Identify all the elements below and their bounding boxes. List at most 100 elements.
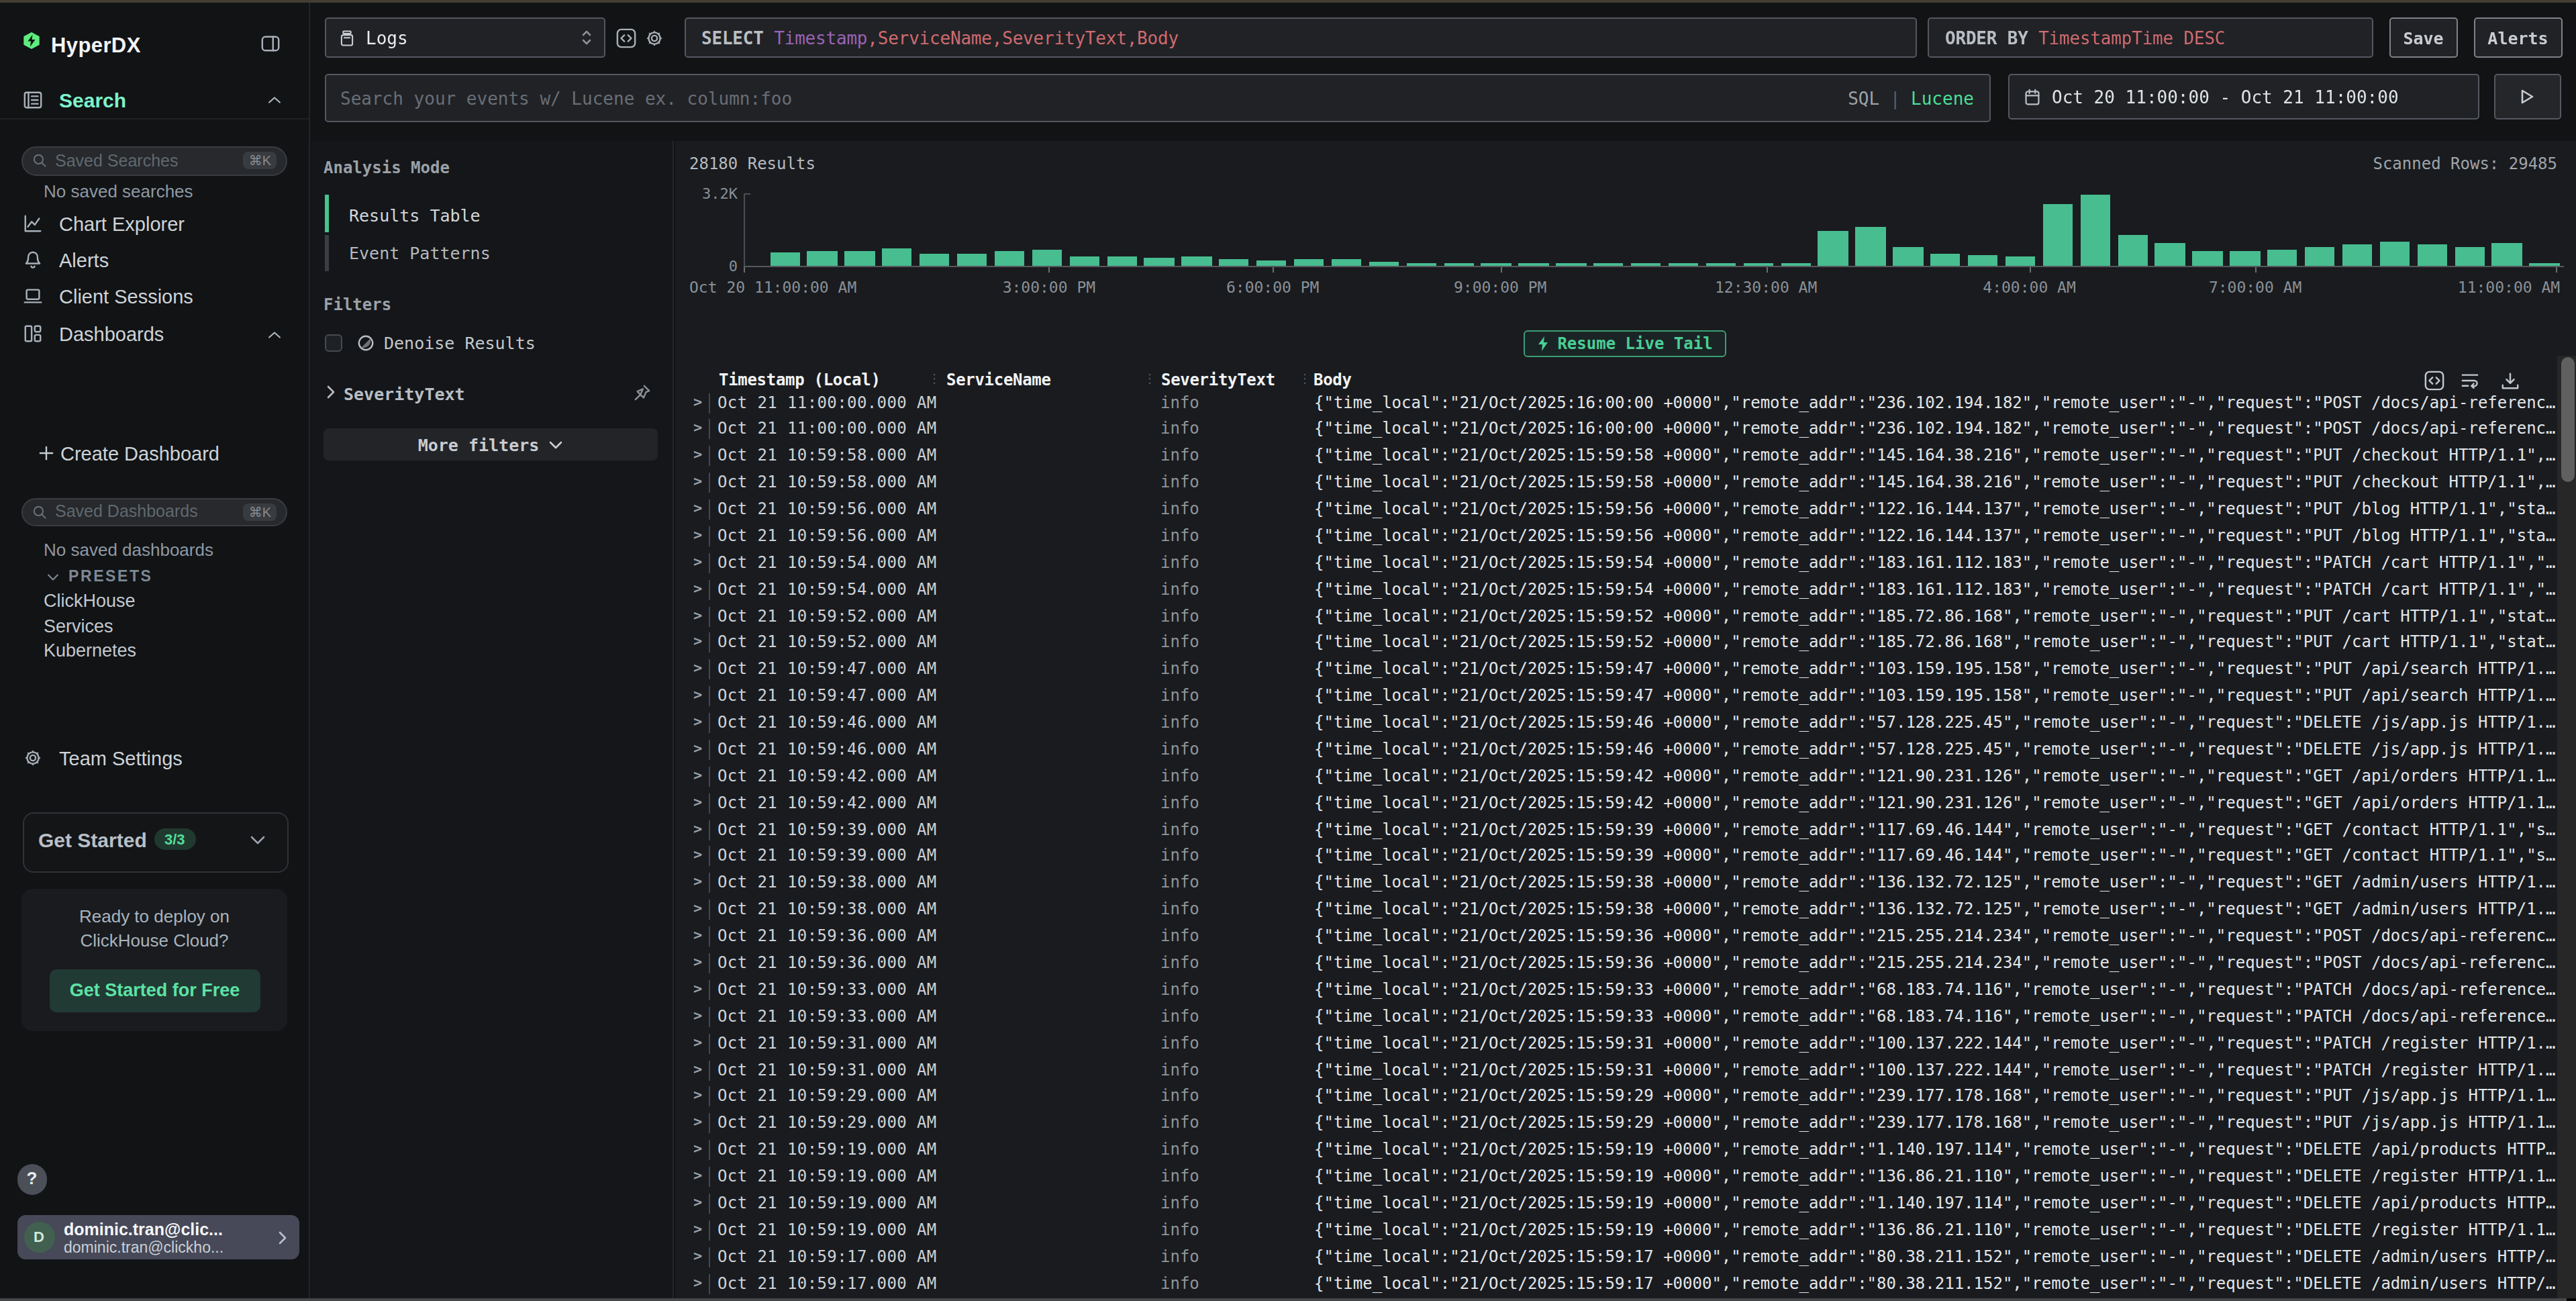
collapse-sidebar-icon[interactable]	[260, 34, 281, 54]
log-row[interactable]: > Oct 21 10:59:42.000 AM info {"time_loc…	[675, 789, 2568, 816]
vertical-scrollbar-track[interactable]	[2557, 355, 2576, 1301]
preset-kubernetes[interactable]: Kubernetes	[44, 640, 136, 661]
more-filters-button[interactable]: More filters	[323, 428, 657, 461]
sidebar-item-alerts[interactable]: Alerts	[0, 243, 310, 278]
pin-icon[interactable]	[634, 384, 651, 401]
log-row[interactable]: > Oct 21 10:59:29.000 AM info {"time_loc…	[675, 1110, 2568, 1137]
preset-services[interactable]: Services	[44, 616, 113, 636]
lucene-mode-toggle[interactable]: Lucene	[1911, 88, 1974, 108]
sidebar-item-client-sessions[interactable]: Client Sessions	[0, 279, 310, 314]
row-expand-chevron[interactable]: >	[693, 526, 702, 544]
log-row[interactable]: > Oct 21 10:59:54.000 AM info {"time_loc…	[675, 575, 2568, 602]
row-expand-chevron[interactable]: >	[693, 953, 702, 971]
row-expand-chevron[interactable]: >	[693, 1140, 702, 1157]
log-row[interactable]: > Oct 21 10:59:47.000 AM info {"time_loc…	[675, 656, 2568, 683]
row-expand-chevron[interactable]: >	[693, 633, 702, 650]
date-range-picker[interactable]: Oct 20 11:00:00 - Oct 21 11:00:00	[2008, 74, 2479, 119]
log-row[interactable]: > Oct 21 10:59:47.000 AM info {"time_loc…	[675, 682, 2568, 709]
get-started-card[interactable]: Get Started 3/3	[22, 812, 288, 873]
log-row[interactable]: > Oct 21 10:59:38.000 AM info {"time_loc…	[675, 869, 2568, 896]
log-row[interactable]: > Oct 21 10:59:17.000 AM info {"time_loc…	[675, 1243, 2568, 1269]
row-expand-chevron[interactable]: >	[693, 926, 702, 944]
log-row[interactable]: > Oct 21 10:59:39.000 AM info {"time_loc…	[675, 816, 2568, 842]
log-row[interactable]: > Oct 21 11:00:00.000 AM info {"time_loc…	[675, 416, 2568, 442]
user-menu[interactable]: D dominic.tran@clic... dominic.tran@clic…	[17, 1214, 299, 1259]
log-row[interactable]: > Oct 21 10:59:46.000 AM info {"time_loc…	[675, 709, 2568, 736]
log-row[interactable]: > Oct 21 10:59:31.000 AM info {"time_loc…	[675, 1056, 2568, 1083]
sidebar-item-dashboards[interactable]: Dashboards	[0, 316, 310, 351]
log-row[interactable]: > Oct 21 10:59:56.000 AM info {"time_loc…	[675, 522, 2568, 549]
log-row[interactable]: > Oct 21 10:59:19.000 AM info {"time_loc…	[675, 1136, 2568, 1163]
row-expand-chevron[interactable]: >	[693, 553, 702, 571]
save-button[interactable]: Save	[2389, 17, 2458, 58]
row-expand-chevron[interactable]: >	[693, 873, 702, 891]
row-expand-chevron[interactable]: >	[693, 1006, 702, 1024]
vertical-scrollbar-thumb[interactable]	[2561, 357, 2574, 482]
help-button[interactable]: ?	[17, 1164, 47, 1194]
row-expand-chevron[interactable]: >	[693, 847, 702, 864]
log-row[interactable]: > Oct 21 10:59:31.000 AM info {"time_loc…	[675, 1029, 2568, 1056]
row-expand-chevron[interactable]: >	[693, 767, 702, 784]
create-dashboard-button[interactable]: Create Dashboard	[0, 439, 310, 469]
log-row[interactable]: > Oct 21 10:59:39.000 AM info {"time_loc…	[675, 842, 2568, 869]
source-select[interactable]: Logs	[324, 17, 605, 58]
log-row[interactable]: > Oct 21 10:59:33.000 AM info {"time_loc…	[675, 976, 2568, 1003]
log-row[interactable]: > Oct 21 10:59:36.000 AM info {"time_loc…	[675, 922, 2568, 949]
lucene-search-input[interactable]: Search your events w/ Lucene ex. column:…	[324, 74, 1990, 122]
gear-icon[interactable]	[644, 28, 664, 48]
row-expand-chevron[interactable]: >	[693, 900, 702, 917]
alerts-button[interactable]: Alerts	[2474, 17, 2562, 58]
row-expand-chevron[interactable]: >	[693, 1273, 702, 1291]
severity-filter-group[interactable]: SeverityText	[311, 380, 674, 407]
log-row[interactable]: > Oct 21 10:59:36.000 AM info {"time_loc…	[675, 949, 2568, 976]
saved-searches-input[interactable]: Saved Searches ⌘K	[21, 146, 287, 175]
log-row[interactable]: > Oct 21 10:59:19.000 AM info {"time_loc…	[675, 1216, 2568, 1243]
row-expand-chevron[interactable]: >	[693, 1220, 702, 1238]
log-row[interactable]: > Oct 21 10:59:58.000 AM info {"time_loc…	[675, 469, 2568, 495]
log-row[interactable]: > Oct 21 10:59:58.000 AM info {"time_loc…	[675, 442, 2568, 469]
row-expand-chevron[interactable]: >	[693, 1060, 702, 1077]
preset-clickhouse[interactable]: ClickHouse	[44, 591, 136, 611]
page-horizontal-scrollbar[interactable]	[0, 1299, 2567, 1301]
row-expand-chevron[interactable]: >	[693, 473, 702, 490]
row-expand-chevron[interactable]: >	[693, 1194, 702, 1211]
row-expand-chevron[interactable]: >	[693, 740, 702, 757]
run-query-button[interactable]	[2493, 74, 2561, 119]
select-query-input[interactable]: SELECT Timestamp,ServiceName,SeverityTex…	[684, 17, 1916, 58]
row-expand-chevron[interactable]: >	[693, 499, 702, 517]
sidebar-item-team-settings[interactable]: Team Settings	[0, 741, 310, 776]
log-row[interactable]: > Oct 21 10:59:42.000 AM info {"time_loc…	[675, 763, 2568, 789]
denoise-checkbox[interactable]	[324, 334, 342, 352]
sidebar-item-search[interactable]: Search	[0, 83, 310, 118]
order-by-input[interactable]: ORDER BY TimestampTime DESC	[1928, 17, 2373, 58]
row-expand-chevron[interactable]: >	[693, 1087, 702, 1104]
row-expand-chevron[interactable]: >	[693, 420, 702, 437]
row-expand-chevron[interactable]: >	[693, 606, 702, 624]
row-expand-chevron[interactable]: >	[693, 820, 702, 837]
row-expand-chevron[interactable]: >	[693, 1167, 702, 1184]
log-row[interactable]: > Oct 21 10:59:17.000 AM info {"time_loc…	[675, 1269, 2568, 1296]
sql-mode-toggle[interactable]: SQL	[1848, 88, 1879, 108]
log-row[interactable]: > Oct 21 10:59:56.000 AM info {"time_loc…	[675, 495, 2568, 522]
row-expand-chevron[interactable]: >	[693, 793, 702, 810]
row-expand-chevron[interactable]: >	[693, 393, 702, 410]
row-expand-chevron[interactable]: >	[693, 446, 702, 464]
saved-dashboards-input[interactable]: Saved Dashboards ⌘K	[21, 497, 287, 526]
get-started-free-button[interactable]: Get Started for Free	[49, 969, 260, 1012]
log-row[interactable]: > Oct 21 10:59:46.000 AM info {"time_loc…	[675, 736, 2568, 763]
row-expand-chevron[interactable]: >	[693, 579, 702, 597]
denoise-label[interactable]: Denoise Results	[384, 333, 536, 353]
row-expand-chevron[interactable]: >	[693, 713, 702, 730]
row-expand-chevron[interactable]: >	[693, 1114, 702, 1131]
row-expand-chevron[interactable]: >	[693, 1033, 702, 1051]
mode-event-patterns[interactable]: Event Patterns	[349, 243, 491, 263]
mode-results-table[interactable]: Results Table	[349, 205, 481, 226]
log-row[interactable]: > Oct 21 10:59:38.000 AM info {"time_loc…	[675, 896, 2568, 922]
log-row[interactable]: > Oct 21 10:59:52.000 AM info {"time_loc…	[675, 629, 2568, 656]
row-expand-chevron[interactable]: >	[693, 1247, 702, 1264]
presets-group[interactable]: PRESETS	[0, 566, 310, 587]
log-row[interactable]: > Oct 21 10:59:52.000 AM info {"time_loc…	[675, 602, 2568, 629]
log-row[interactable]: > Oct 21 10:59:33.000 AM info {"time_loc…	[675, 1002, 2568, 1029]
code-toggle-icon[interactable]	[616, 28, 636, 48]
log-row[interactable]: > Oct 21 10:59:54.000 AM info {"time_loc…	[675, 549, 2568, 576]
